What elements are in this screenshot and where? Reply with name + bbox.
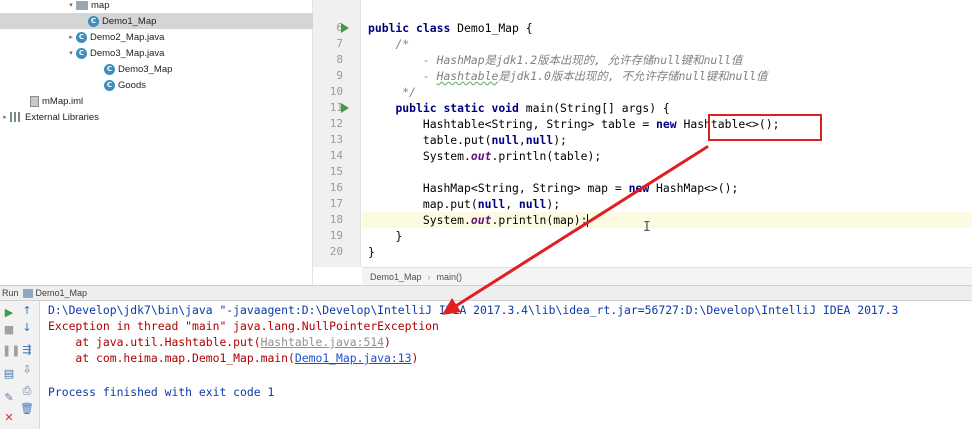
breadcrumb: Demo1_Map › main()	[362, 267, 972, 285]
line-number: 14	[329, 149, 343, 162]
restore-layout-icon[interactable]: ▤	[2, 367, 16, 381]
class-icon: C	[88, 15, 99, 27]
trash-icon[interactable]: 🗑	[20, 402, 34, 416]
line-number: 9	[336, 69, 343, 82]
line-number: 17	[329, 197, 343, 210]
project-tree: ▾ map C Demo1_Map ▸ C Demo2_Map.java ▾ C Demo3_Ma…	[0, 0, 313, 285]
tree-item-mmap-iml[interactable]: mMap.iml	[0, 93, 313, 109]
tree-item-demo3-map[interactable]: C Demo3_Map	[0, 61, 313, 77]
trace-link-hashtable[interactable]: Hashtable.java:514	[261, 335, 384, 349]
class-icon: C	[104, 79, 115, 91]
run-tab-demo1[interactable]: Demo1_Map	[36, 288, 88, 298]
line-number: 18	[329, 213, 343, 226]
folder-icon	[76, 0, 88, 10]
trace-link-demo1[interactable]: Demo1_Map.java:13	[295, 351, 412, 365]
tree-item-label: Demo2_Map.java	[90, 31, 165, 43]
soft-wrap-icon[interactable]: ⇶	[20, 343, 34, 357]
tree-item-label: mMap.iml	[42, 95, 84, 107]
line-number: 20	[329, 245, 343, 258]
code-line-7: /*	[395, 37, 410, 51]
annotation-highlight-box	[708, 114, 822, 141]
chevron-right-icon[interactable]: ▸	[0, 113, 10, 121]
console-trace-2: at com.heima.map.Demo1_Map.main(Demo1_Ma…	[48, 351, 419, 365]
breadcrumb-class[interactable]: Demo1_Map	[370, 272, 422, 282]
tree-item-label: Demo1_Map	[102, 15, 157, 27]
tree-item-label: Goods	[118, 79, 146, 91]
code-line-17: map.put(null, null);	[422, 197, 561, 211]
iml-icon	[30, 95, 39, 107]
tree-item-demo3-map-java[interactable]: ▾ C Demo3_Map.java	[0, 45, 313, 61]
chevron-down-icon[interactable]: ▾	[66, 1, 76, 9]
scroll-to-end-icon[interactable]: ⇩	[20, 363, 34, 377]
tree-item-demo2-map-java[interactable]: ▸ C Demo2_Map.java	[0, 29, 313, 45]
tree-item-label: External Libraries	[25, 111, 99, 123]
run-toolbar: ▶ ↑ ■ ↓ ❚❚ ⇶ ⇩ ▤ ⎙ ✎ 🗑 ✕	[0, 301, 40, 429]
code-line-20: }	[368, 245, 375, 259]
line-number: 16	[329, 181, 343, 194]
run-panel-header: Run Demo1_Map	[0, 285, 972, 301]
run-config-icon	[22, 288, 33, 298]
console-trace-1: at java.util.Hashtable.put(Hashtable.jav…	[48, 335, 391, 349]
code-line-6: public class Demo1_Map {	[368, 21, 533, 35]
console-exit-message: Process finished with exit code 1	[48, 385, 275, 399]
code-line-11: public static void main(String[] args) {	[395, 101, 670, 115]
code-line-13: table.put(null,null);	[422, 133, 567, 147]
line-number: 8	[336, 53, 343, 66]
breadcrumb-method[interactable]: main()	[437, 272, 463, 282]
editor-gutter: 6 7 8 9 10 11 12 13 14 15 16 17 18 19 20	[313, 0, 361, 267]
arrow-up-icon[interactable]: ↑	[20, 304, 34, 318]
i-beam-cursor-icon: I	[643, 220, 651, 235]
code-line-8: - HashMap是jdk1.2版本出现的, 允许存储null键和null值	[395, 53, 743, 67]
line-number: 7	[336, 37, 343, 50]
console-output[interactable]: D:\Develop\jdk7\bin\java "-javaagent:D:\…	[40, 301, 972, 429]
class-icon: C	[104, 63, 115, 75]
tree-item-goods[interactable]: C Goods	[0, 77, 313, 93]
run-panel-label: Run	[2, 288, 19, 298]
run-gutter-icon[interactable]	[341, 103, 349, 113]
line-number: 6	[336, 21, 343, 34]
code-line-14: System.out.println(table);	[422, 149, 602, 163]
line-number: 13	[329, 133, 343, 146]
line-number: 11	[329, 101, 343, 114]
tree-item-label: map	[91, 0, 110, 11]
pause-icon[interactable]: ❚❚	[2, 344, 20, 358]
close-icon[interactable]: ✕	[2, 411, 16, 425]
console-exception: Exception in thread "main" java.lang.Nul…	[48, 319, 439, 333]
line-number: 15	[329, 165, 343, 178]
code-line-16: HashMap<String, String> map = new HashMa…	[422, 181, 739, 195]
tree-item-label: Demo3_Map	[118, 63, 173, 75]
text-caret	[587, 214, 589, 227]
code-line-12: Hashtable<String, String> table = new Ha…	[422, 117, 780, 131]
stop-icon[interactable]: ■	[2, 323, 16, 337]
code-line-18: System.out.println(map);	[362, 212, 972, 228]
chevron-right-icon[interactable]: ▸	[66, 33, 76, 41]
line-number: 10	[329, 85, 343, 98]
line-number: 12	[329, 117, 343, 130]
code-line-10: */	[395, 85, 417, 99]
code-line-19: }	[395, 229, 403, 243]
library-icon	[10, 112, 22, 122]
tree-item-label: Demo3_Map.java	[90, 47, 165, 59]
code-line-9: - Hashtable是jdk1.0版本出现的, 不允许存储null键和null…	[395, 69, 768, 83]
tree-item-demo1-map[interactable]: C Demo1_Map	[0, 13, 313, 29]
run-gutter-icon[interactable]	[341, 23, 349, 33]
arrow-down-icon[interactable]: ↓	[20, 321, 34, 335]
tree-item-external-libraries[interactable]: ▸ External Libraries	[0, 109, 313, 125]
line-number: 19	[329, 229, 343, 242]
chevron-down-icon[interactable]: ▾	[66, 49, 76, 57]
console-command-line: D:\Develop\jdk7\bin\java "-javaagent:D:\…	[48, 303, 899, 317]
rerun-icon[interactable]: ▶	[2, 306, 16, 320]
tree-item-map[interactable]: ▾ map	[0, 0, 313, 13]
breadcrumb-separator: ›	[427, 271, 431, 282]
print-icon[interactable]: ⎙	[20, 384, 34, 398]
code-editor[interactable]: public class Demo1_Map { /* - HashMap是jd…	[362, 0, 972, 267]
class-icon: C	[76, 47, 87, 59]
class-icon: C	[76, 31, 87, 43]
pin-icon[interactable]: ✎	[2, 391, 16, 405]
